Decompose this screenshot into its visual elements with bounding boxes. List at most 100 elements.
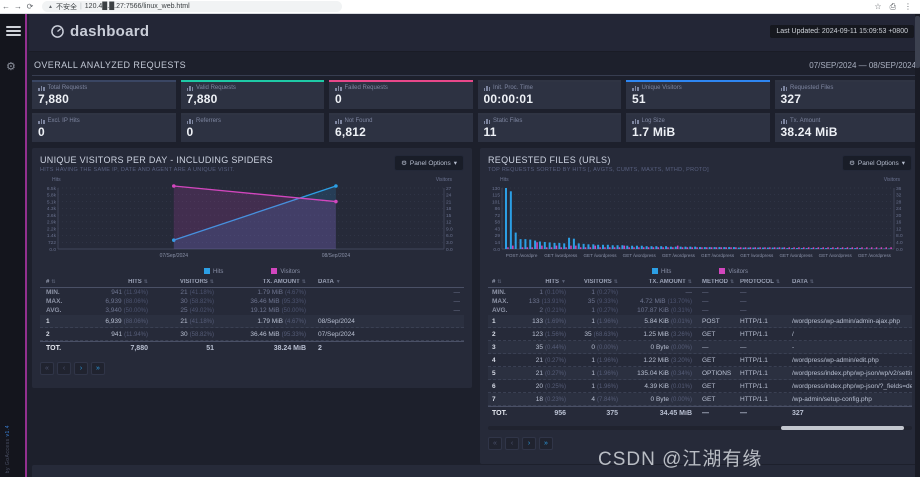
column-header--[interactable]: # ⇅	[40, 279, 70, 285]
svg-text:101: 101	[492, 199, 500, 205]
row-label: TOT.	[492, 410, 508, 417]
legend-item[interactable]: Hits	[204, 268, 223, 275]
table-row[interactable]: 5 21 (0.27%) 1 (1.96%) 135.04 KiB (0.34%) OPTIO…	[488, 367, 912, 380]
pager-prev-button[interactable]: ‹	[57, 362, 71, 375]
back-icon[interactable]: ←	[0, 2, 12, 11]
url-text: 120.4█.█.27:7566/linux_web.html	[84, 3, 190, 10]
svg-text:07/Sep/2024: 07/Sep/2024	[160, 253, 189, 259]
table-row[interactable]: 1 133 (1.69%) 1 (1.96%) 5.84 KiB (0.01%) POST HT…	[488, 315, 912, 328]
table-row[interactable]: 2 941 (11.94%) 30 (58.82%) 36.46 MiB (95.33%) 0…	[40, 328, 464, 341]
forward-icon[interactable]: →	[12, 2, 24, 11]
next-panel-partial	[32, 465, 920, 477]
metric-label: Total Requests	[47, 85, 88, 91]
svg-text:0.0: 0.0	[896, 247, 903, 253]
svg-text:6.0: 6.0	[446, 233, 453, 239]
browser-menu-icon[interactable]: ⋮	[904, 2, 912, 11]
app-header: dashboard Last Updated: 2024-09-11 15:09…	[29, 14, 920, 52]
browser-action-icon[interactable]: ⎙	[890, 2, 896, 12]
metric-value: 38.24 MiB	[780, 125, 838, 139]
metric-label: Init. Proc. Time	[493, 85, 534, 91]
column-header-tx-amount[interactable]: TX. AMOUNT ⇅	[618, 279, 692, 285]
cell: 1 (1.96%)	[591, 382, 618, 390]
column-header-protocol[interactable]: PROTOCOL ⇅	[740, 279, 792, 285]
chart-legend: Hits Visitors	[36, 268, 468, 275]
cell: /wordpress/index.php/wp-json/wp/v2/setti…	[792, 369, 912, 377]
cell: 375	[606, 410, 618, 417]
cell: 133 (13.91%)	[528, 298, 566, 305]
cell: 21 (0.27%)	[535, 356, 566, 364]
scrollbar-thumb[interactable]	[780, 426, 904, 430]
column-header-data[interactable]: DATA ⇅	[792, 279, 912, 285]
pager-last-button[interactable]: »	[539, 437, 553, 450]
pager-last-button[interactable]: »	[91, 362, 105, 375]
bookmark-star-icon[interactable]: ☆	[874, 2, 881, 11]
svg-text:18: 18	[446, 206, 452, 212]
cell: GET	[702, 330, 716, 338]
table-row[interactable]: 1 6,939 (88.06%) 21 (41.18%) 1.79 MiB (4.67%) 0…	[40, 315, 464, 328]
cell: 0 Byte (0.00%)	[650, 343, 692, 351]
svg-text:POST /wordpre: POST /wordpre	[506, 253, 538, 258]
table-row[interactable]: 2 123 (1.56%) 35 (68.63%) 1.25 MiB (3.26%) GET H…	[488, 328, 912, 341]
cell: —	[702, 298, 709, 305]
table-row[interactable]: 4 21 (0.27%) 1 (1.96%) 1.22 MiB (3.20%) GET HTTP…	[488, 354, 912, 367]
legend-item[interactable]: Hits	[652, 268, 671, 275]
legend-item[interactable]: Visitors	[719, 268, 748, 275]
metric-label: Failed Requests	[344, 85, 388, 91]
metric-tile: Referrers 0	[180, 113, 324, 142]
cell: —	[702, 289, 709, 296]
not-secure-warning-icon: ▲	[48, 3, 53, 10]
row-label: 4	[492, 356, 496, 364]
metric-label: Valid Requests	[196, 85, 236, 91]
overview-panel: OVERALL ANALYZED REQUESTS 07/SEP/2024 — …	[32, 56, 918, 142]
column-header-hits[interactable]: HITS ▼	[512, 279, 566, 285]
panel-options-button[interactable]: ⚙ Panel Options ▾	[842, 155, 912, 171]
row-label: AVG.	[46, 307, 62, 314]
cell: 1.79 MiB (4.67%)	[257, 317, 306, 325]
column-header--[interactable]: # ⇅	[488, 279, 512, 285]
panel-options-button[interactable]: ⚙ Panel Options ▾	[394, 155, 464, 171]
svg-text:2.2k: 2.2k	[47, 226, 57, 232]
pager-first-button[interactable]: «	[488, 437, 502, 450]
metric-value: 51	[632, 92, 646, 106]
overview-title: OVERALL ANALYZED REQUESTS	[34, 60, 187, 70]
reload-icon[interactable]: ⟳	[24, 2, 36, 11]
cell: 107.87 KiB (0.31%)	[637, 307, 692, 314]
line-chart-svg: 6.5k 27 5.8k 24 5.1k 21 4.3k 18 3.6k 15 2.9k 12 2.2k…	[47, 184, 453, 259]
svg-text:14: 14	[495, 240, 501, 246]
page-scrollbar	[915, 14, 920, 477]
column-header-visitors[interactable]: VISITORS ⇅	[566, 279, 618, 285]
bars-icon	[780, 85, 787, 91]
column-header-hits[interactable]: HITS ⇅	[70, 279, 148, 285]
summary-row: AVG. 3,940 (50.00%) 25 (49.02%) 19.12 MiB (50.…	[40, 306, 464, 315]
menu-hamburger-icon[interactable]	[6, 26, 21, 37]
table-row[interactable]: 3 35 (0.44%) 0 (0.00%) 0 Byte (0.00%) — — -	[488, 341, 912, 354]
cell: 1 (0.10%)	[539, 289, 566, 296]
column-header-tx-amount[interactable]: TX. AMOUNT ⇅	[214, 279, 306, 285]
svg-text:08/Sep/2024: 08/Sep/2024	[322, 253, 351, 259]
pager-prev-button[interactable]: ‹	[505, 437, 519, 450]
cell: 1.25 MiB (3.26%)	[643, 330, 692, 338]
dashboard-gauge-icon	[51, 25, 64, 38]
column-header-method[interactable]: METHOD ⇅	[692, 279, 740, 285]
table-horizontal-scrollbar	[488, 426, 912, 430]
svg-text:29: 29	[495, 233, 501, 239]
page-scrollbar-thumb[interactable]	[915, 16, 920, 68]
metric-tile: Init. Proc. Time 00:00:01	[477, 80, 621, 109]
table-row[interactable]: 6 20 (0.25%) 1 (1.96%) 4.39 KiB (0.01%) GET HTTP…	[488, 380, 912, 393]
metric-value: 00:00:01	[483, 92, 534, 106]
metric-label: Not Found	[344, 118, 373, 124]
settings-gear-icon[interactable]: ⚙	[6, 60, 16, 73]
pager-first-button[interactable]: «	[40, 362, 54, 375]
cell: 2	[318, 345, 322, 352]
pager-next-button[interactable]: ›	[74, 362, 88, 375]
legend-item[interactable]: Visitors	[271, 268, 300, 275]
cell: 6,939 (88.06%)	[105, 317, 148, 325]
cell: 30 (58.82%)	[180, 330, 214, 338]
column-header-visitors[interactable]: VISITORS ⇅	[148, 279, 214, 285]
bars-icon	[483, 118, 490, 124]
pager-next-button[interactable]: ›	[522, 437, 536, 450]
address-bar[interactable]: ▲ 不安全 | 120.4█.█.27:7566/linux_web.html	[42, 1, 342, 12]
table-row[interactable]: 7 18 (0.23%) 4 (7.84%) 0 Byte (0.00%) GET HTTP/1…	[488, 393, 912, 406]
bars-icon	[632, 118, 639, 124]
column-header-data[interactable]: DATA ▼	[306, 279, 464, 285]
